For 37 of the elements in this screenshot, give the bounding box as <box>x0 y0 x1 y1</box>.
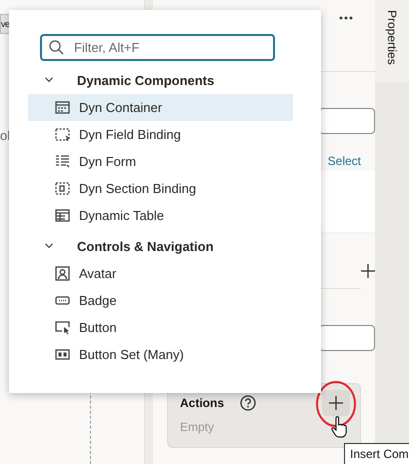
tooltip: Insert Com <box>344 443 409 464</box>
component-icon <box>55 100 70 115</box>
highlight-circle <box>315 380 357 428</box>
more-icon[interactable] <box>339 16 353 20</box>
search-field[interactable]: Filter, Alt+F <box>40 34 275 61</box>
menu-item[interactable]: Dynamic Table <box>28 202 293 229</box>
menu-item[interactable]: Button Set (Many) <box>28 341 293 368</box>
group-label: Dynamic Components <box>77 72 214 90</box>
help-icon[interactable] <box>240 395 256 411</box>
menu-item[interactable]: Button <box>28 314 293 341</box>
menu-item[interactable]: Dyn Form <box>28 148 293 175</box>
component-icon <box>55 181 70 196</box>
component-icon <box>55 154 70 169</box>
group-header[interactable]: Dynamic Components <box>9 67 321 94</box>
menu-item[interactable]: Dyn Container <box>28 94 293 121</box>
group-label: Controls & Navigation <box>77 238 214 256</box>
properties-tab[interactable]: Properties <box>383 10 401 65</box>
component-icon <box>55 347 70 362</box>
group-header[interactable]: Controls & Navigation <box>9 233 321 260</box>
select-link[interactable]: Select <box>328 154 361 168</box>
hand-cursor-icon <box>331 416 347 438</box>
empty-text: Empty <box>180 419 214 436</box>
input-field[interactable] <box>319 325 375 351</box>
add-icon[interactable] <box>361 264 375 278</box>
component-icon <box>55 320 70 335</box>
actions-label: Actions <box>180 395 224 412</box>
component-icon <box>55 208 70 223</box>
menu-item[interactable]: Dyn Field Binding <box>28 121 293 148</box>
component-icon <box>55 127 70 142</box>
menu-item[interactable]: Dyn Section Binding <box>28 175 293 202</box>
component-icon <box>55 266 70 281</box>
plus-icon <box>329 396 343 410</box>
input-field[interactable] <box>319 108 375 134</box>
add-button[interactable] <box>322 390 350 416</box>
menu-item[interactable]: Badge <box>28 287 293 314</box>
menu-item[interactable]: Avatar <box>28 260 293 287</box>
search-icon <box>49 40 64 55</box>
